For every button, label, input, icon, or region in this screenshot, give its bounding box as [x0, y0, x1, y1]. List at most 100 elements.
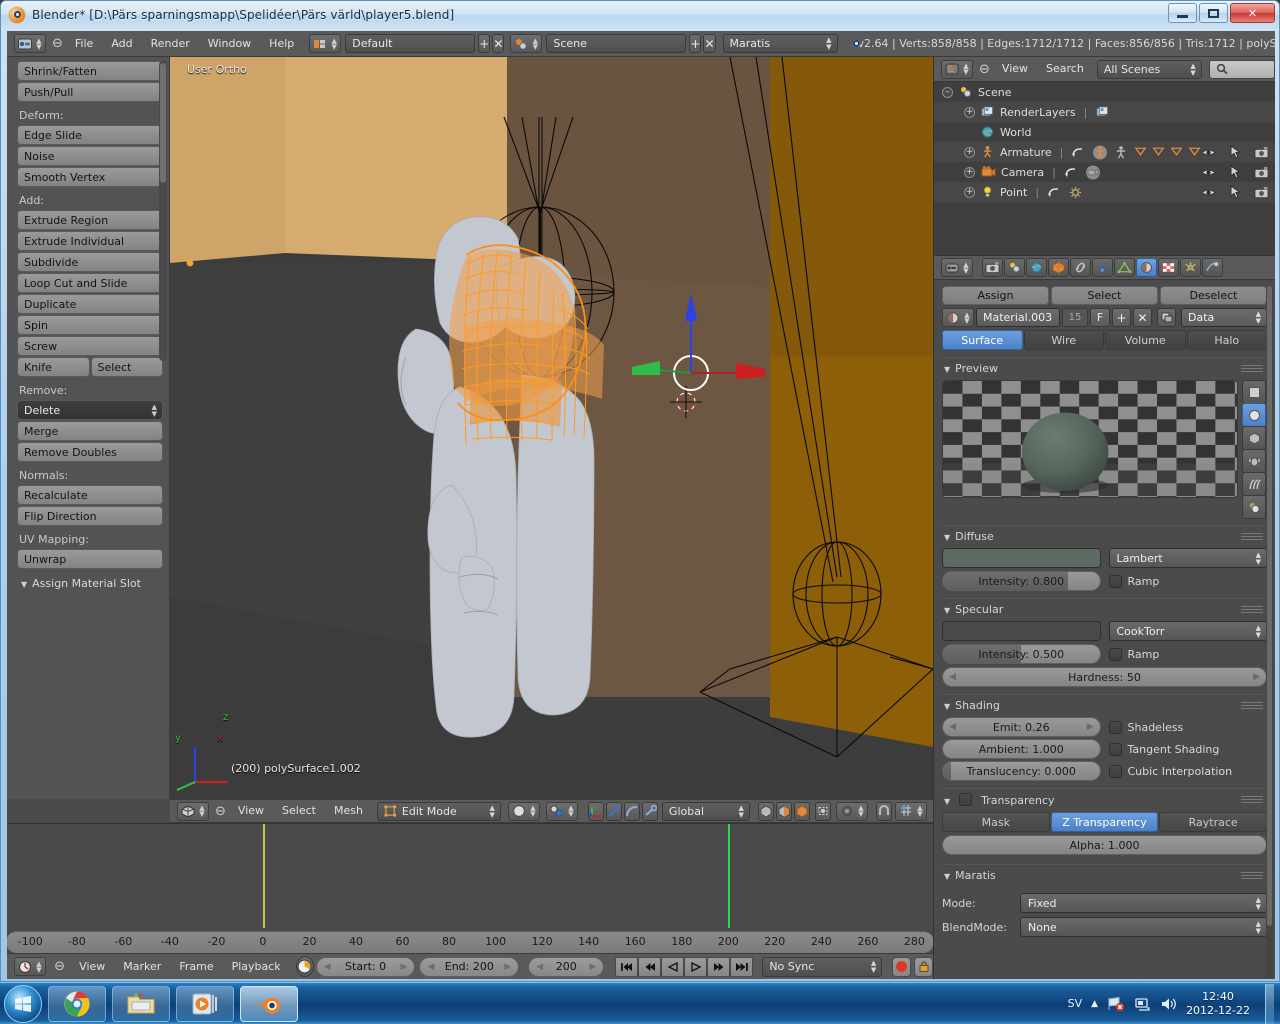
editor-type-selector-timeline[interactable]: ▲ ▼	[14, 957, 46, 976]
maratis-blendmode-selector[interactable]: None ▲ ▼	[1020, 917, 1267, 937]
arrow-right-icon[interactable]: ▶	[401, 962, 408, 972]
manipulator-handle-icon[interactable]	[641, 801, 658, 821]
arrow-right-icon[interactable]: ▶	[1087, 722, 1094, 732]
panel-assign-material-slot[interactable]: ▼ Assign Material Slot	[17, 570, 163, 590]
menu-window[interactable]: Window	[199, 31, 260, 57]
camera-data-icon[interactable]	[1084, 165, 1102, 180]
arrow-left-icon[interactable]: ◀	[536, 962, 543, 972]
tool-push-pull[interactable]: Push/Pull	[17, 82, 163, 102]
specular-shader-selector[interactable]: CookTorr ▲ ▼	[1108, 621, 1267, 641]
menu-outliner-view[interactable]: View	[993, 56, 1037, 82]
timeline-current-frame[interactable]: ◀ 200 ▶	[528, 956, 605, 977]
outliner-row-point[interactable]: + Point |	[934, 182, 1275, 202]
pose-icon[interactable]	[1113, 145, 1129, 160]
sync-mode-selector[interactable]: No Sync ▲ ▼	[762, 956, 883, 977]
editor-type-selector-view3d[interactable]: ▲ ▼	[177, 801, 209, 821]
tool-extrude-region[interactable]: Extrude Region	[17, 210, 163, 230]
show-hidden-icons-icon[interactable]: ▲	[1091, 999, 1098, 1009]
shading-ambient-slider[interactable]: Ambient: 1.000	[942, 739, 1101, 759]
tool-extrude-individual[interactable]: Extrude Individual	[17, 231, 163, 251]
arrow-left-icon[interactable]: ◀	[324, 962, 331, 972]
network-error-icon[interactable]	[1107, 996, 1125, 1012]
diffuse-intensity-slider[interactable]: Intensity: 0.800	[942, 571, 1101, 591]
tool-merge[interactable]: Merge	[17, 421, 163, 441]
expand-toggle[interactable]: +	[964, 166, 975, 178]
tab-wire[interactable]: Wire	[1023, 330, 1104, 350]
volume-icon[interactable]	[1160, 996, 1177, 1012]
tool-recalculate[interactable]: Recalculate	[17, 485, 163, 505]
outliner-row-scene[interactable]: – Scene	[934, 82, 1275, 102]
tab-volume[interactable]: Volume	[1105, 330, 1186, 350]
search-input[interactable]	[1208, 59, 1275, 79]
select-button[interactable]: Select	[1051, 286, 1158, 305]
arrow-left-icon[interactable]: ◀	[949, 672, 956, 682]
maratis-mode-selector[interactable]: Fixed ▲ ▼	[1020, 893, 1267, 913]
timeline-playhead[interactable]	[728, 824, 731, 928]
transparency-alpha-slider[interactable]: Alpha: 1.000	[942, 835, 1267, 855]
diffuse-shader-selector[interactable]: Lambert ▲ ▼	[1108, 548, 1267, 568]
windows-start-icon[interactable]	[4, 984, 42, 1023]
interaction-mode-selector[interactable]: Edit Mode ▲ ▼	[376, 801, 501, 821]
preview-cube-icon[interactable]	[1242, 426, 1266, 450]
unlink-material-button[interactable]: ✕	[1133, 308, 1152, 327]
scene-field[interactable]: Scene	[546, 34, 687, 53]
camera-render-icon[interactable]	[1254, 146, 1269, 159]
tool-knife[interactable]: Knife	[17, 357, 90, 377]
outliner-row-renderlayers[interactable]: + RenderLayers |	[934, 102, 1275, 122]
minimize-button[interactable]	[1168, 3, 1197, 23]
arrow-left-icon[interactable]: ◀	[949, 722, 956, 732]
assign-button[interactable]: Assign	[942, 286, 1049, 305]
menu-view3d-select[interactable]: Select	[273, 799, 325, 823]
explorer-taskbar-item[interactable]	[112, 985, 170, 1022]
cursor-arrow-icon[interactable]	[1229, 145, 1241, 159]
preview-sphere-sky-icon[interactable]	[1242, 495, 1266, 519]
menu-view3d-mesh[interactable]: Mesh	[325, 799, 372, 823]
timeline-end-frame[interactable]: ◀ End: 200 ▶	[419, 956, 520, 977]
shadeless-checkbox[interactable]: Shadeless	[1108, 717, 1268, 737]
tool-edge-slide[interactable]: Edge Slide	[17, 125, 163, 145]
transparency-enable-checkbox[interactable]	[958, 793, 972, 806]
transform-orientation-selector[interactable]: Global ▲ ▼	[661, 801, 750, 821]
specular-ramp-checkbox[interactable]: Ramp	[1108, 644, 1268, 664]
timeline-ruler[interactable]: -100 -80 -60 -40 -20 0 20 40 60 80 100 120 140 160 180…	[7, 931, 933, 953]
preview-sphere-icon[interactable]	[1242, 403, 1266, 427]
tab-halo[interactable]: Halo	[1186, 330, 1267, 350]
menu-add[interactable]: Add	[102, 31, 141, 57]
jump-start-icon[interactable]	[615, 956, 639, 977]
menu-view3d-view[interactable]: View	[229, 799, 273, 823]
eye-icon[interactable]	[1201, 187, 1216, 198]
window-titlebar[interactable]: Blender* [D:\Pärs sparningsmapp\Spelidée…	[1, 1, 1279, 29]
arrow-left-icon[interactable]: ◀	[427, 962, 434, 972]
panel-maratis-header[interactable]: ▼ Maratis	[942, 864, 1267, 887]
proportional-falloff-selector[interactable]: ▲ ▼	[835, 801, 868, 821]
prev-keyframe-icon[interactable]	[661, 956, 685, 977]
outliner-row-armature[interactable]: + Armature |	[934, 142, 1275, 162]
properties-tab-object[interactable]	[1048, 258, 1069, 277]
record-keyframe-icon[interactable]	[295, 956, 314, 977]
menu-render[interactable]: Render	[142, 31, 199, 57]
eye-icon[interactable]	[1201, 147, 1216, 158]
copy-material-icon[interactable]	[1157, 308, 1176, 327]
panel-preview-header[interactable]: ▼ Preview	[942, 357, 1267, 380]
collapse-menus-button-timeline[interactable]: ⊖	[52, 958, 67, 976]
panel-transparency-header[interactable]: ▼ Transparency	[942, 788, 1267, 812]
diffuse-ramp-checkbox[interactable]: Ramp	[1108, 571, 1268, 591]
maximize-button[interactable]	[1199, 3, 1228, 23]
specular-color-swatch[interactable]	[942, 621, 1101, 641]
tangent-shading-checkbox[interactable]: Tangent Shading	[1108, 739, 1268, 759]
preview-hair-icon[interactable]	[1242, 472, 1266, 496]
properties-tab-particles[interactable]	[1180, 258, 1201, 277]
editor-type-selector-outliner[interactable]: ▲ ▼	[941, 59, 973, 79]
expand-toggle[interactable]: –	[942, 86, 953, 98]
play-reverse-icon[interactable]	[638, 956, 662, 977]
tool-unwrap[interactable]: Unwrap	[17, 549, 163, 569]
collapse-menus-button-view3d[interactable]: ⊖	[215, 802, 226, 820]
lamp-data-icon[interactable]	[1067, 185, 1084, 200]
timeline-frame-marker[interactable]	[262, 824, 265, 928]
layer-visibility-icon-1[interactable]	[757, 801, 774, 821]
specular-intensity-slider[interactable]: Intensity: 0.500	[942, 644, 1101, 664]
record-icon[interactable]	[892, 956, 912, 977]
menu-timeline-frame[interactable]: Frame	[170, 954, 222, 980]
tool-subdivide[interactable]: Subdivide	[17, 252, 163, 272]
material-users-count[interactable]: 15	[1062, 308, 1088, 327]
